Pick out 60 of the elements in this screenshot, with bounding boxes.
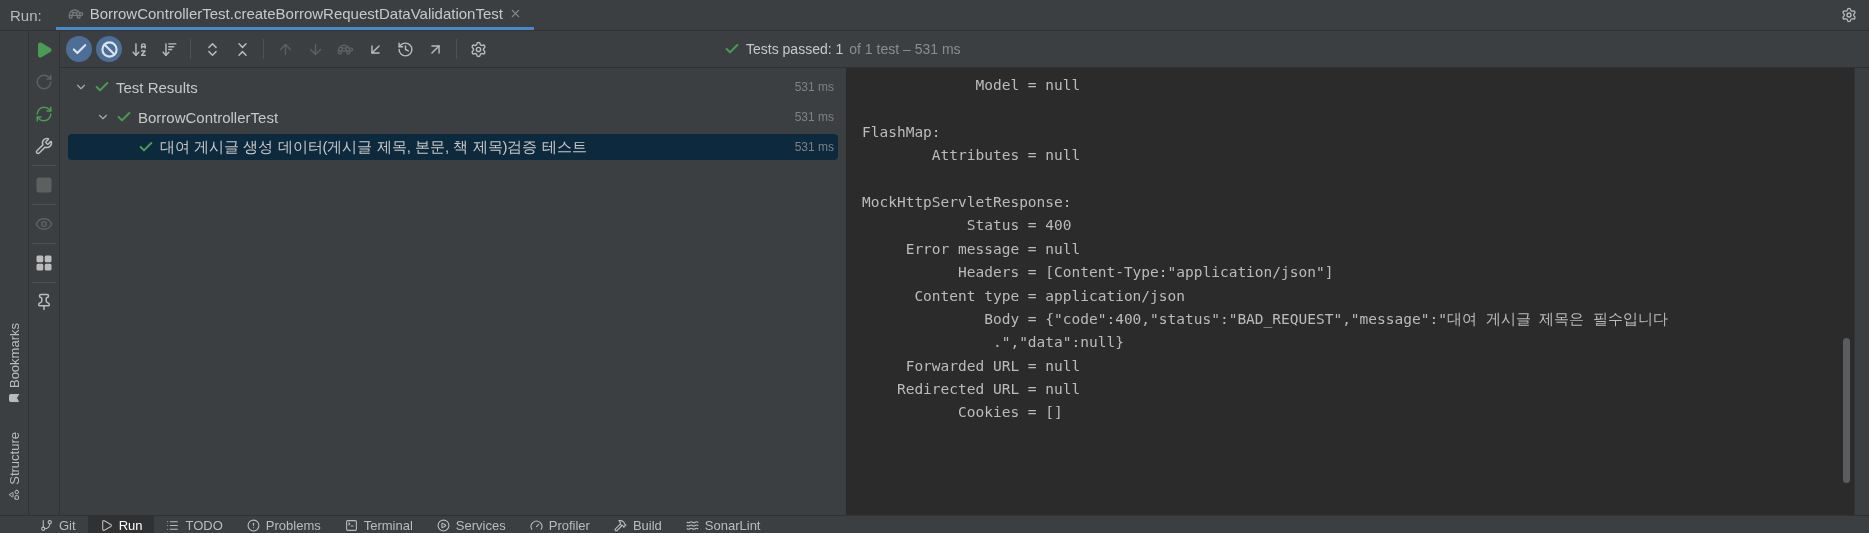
console-line: Cookies = [] — [957, 403, 1064, 423]
console-line: Forwarded URL = null — [904, 356, 1082, 376]
terminal-icon — [344, 518, 358, 532]
status-detail: of 1 test – 531 ms — [849, 41, 961, 57]
ban-icon — [100, 40, 118, 58]
test-duration: 531 ms — [794, 80, 834, 94]
console-line: MockHttpServletResponse: — [862, 192, 1073, 212]
test-duration: 531 ms — [794, 110, 834, 124]
branch-icon — [40, 518, 53, 532]
run-tab[interactable]: BorrowControllerTest.createBorrowRequestDataValidationTest — [55, 0, 534, 30]
side-tool-tab[interactable]: Bookmarks — [6, 323, 22, 405]
console-line: Content type = application/json — [913, 286, 1186, 306]
play-icon — [99, 518, 113, 532]
tool-window-tab[interactable]: Git — [28, 516, 88, 533]
tool-window-tab[interactable]: Build — [601, 516, 674, 533]
layout-icon[interactable] — [35, 254, 53, 272]
list-icon — [166, 518, 180, 532]
hammer-icon — [613, 518, 627, 532]
tool-window-tab[interactable]: Problems — [234, 516, 333, 533]
console-line: .","data":null} — [991, 333, 1125, 353]
run-label: Run: — [10, 6, 42, 24]
console-line: Redirected URL = null — [895, 380, 1082, 400]
tool-window-tab[interactable]: Run — [87, 516, 155, 533]
status-text: Tests passed: 1 — [746, 41, 844, 57]
console-line: Status = 400 — [965, 216, 1073, 236]
tool-window-tab[interactable]: TODO — [154, 516, 235, 533]
gauge-icon — [529, 518, 543, 532]
wrench-icon[interactable] — [35, 137, 53, 155]
refresh-icon[interactable] — [35, 105, 53, 123]
tool-window-tab[interactable]: Terminal — [332, 516, 425, 533]
tree-row[interactable]: 대여 게시글 생성 데이터(게시글 제목, 본문, 책 제목)검증 테스트 531 ms — [68, 134, 838, 160]
play-icon[interactable] — [35, 41, 53, 59]
console-line: Headers = [Content-Type:"application/json"] — [957, 263, 1335, 283]
settings-icon — [469, 40, 487, 58]
pin-icon[interactable] — [35, 293, 53, 311]
test-name: BorrowControllerTest — [138, 108, 280, 126]
clock-icon — [396, 40, 414, 58]
test-duration: 531 ms — [794, 140, 834, 154]
sort-alpha-icon — [130, 40, 148, 58]
tree-row[interactable]: Test Results 531 ms — [68, 74, 838, 100]
console-line: Model = null — [974, 76, 1082, 95]
console-line: Attributes = null — [930, 146, 1082, 166]
wave-icon — [685, 518, 699, 532]
test-name: Test Results — [116, 78, 199, 96]
show-ignored-button[interactable] — [96, 36, 122, 62]
tool-window-tab[interactable]: Profiler — [517, 516, 602, 533]
scrollbar[interactable] — [1843, 338, 1850, 483]
tool-window-tab[interactable]: SonarLint — [673, 516, 773, 533]
bookmark-icon — [8, 392, 20, 405]
show-passed-button[interactable] — [66, 36, 92, 62]
settings-icon[interactable] — [1841, 7, 1857, 23]
test-name: 대여 게시글 생성 데이터(게시글 제목, 본문, 책 제목)검증 테스트 — [160, 137, 588, 157]
side-tool-tab[interactable]: Structure — [6, 432, 22, 501]
tree-row[interactable]: BorrowControllerTest 531 ms — [68, 104, 838, 130]
console-line: FlashMap: — [862, 122, 942, 142]
console-line: Error message = null — [904, 239, 1082, 259]
alert-icon — [246, 518, 260, 532]
sort-icon — [160, 40, 178, 58]
console-line: Body = {"code":400,"status":"BAD_REQUEST","message":"대여 게시글 제목은 필수입니다 — [983, 309, 1670, 330]
tool-window-tab[interactable]: Services — [424, 516, 518, 533]
